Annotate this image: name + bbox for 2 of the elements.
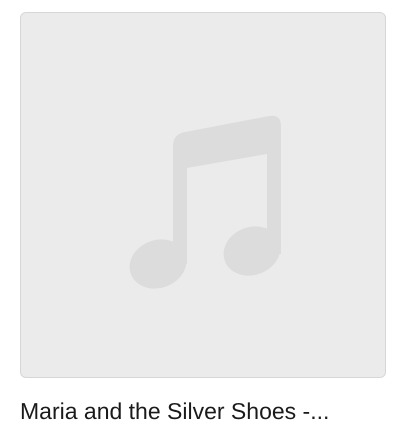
artwork-placeholder[interactable] — [20, 12, 386, 378]
album-title[interactable]: Maria and the Silver Shoes -... — [20, 398, 386, 425]
